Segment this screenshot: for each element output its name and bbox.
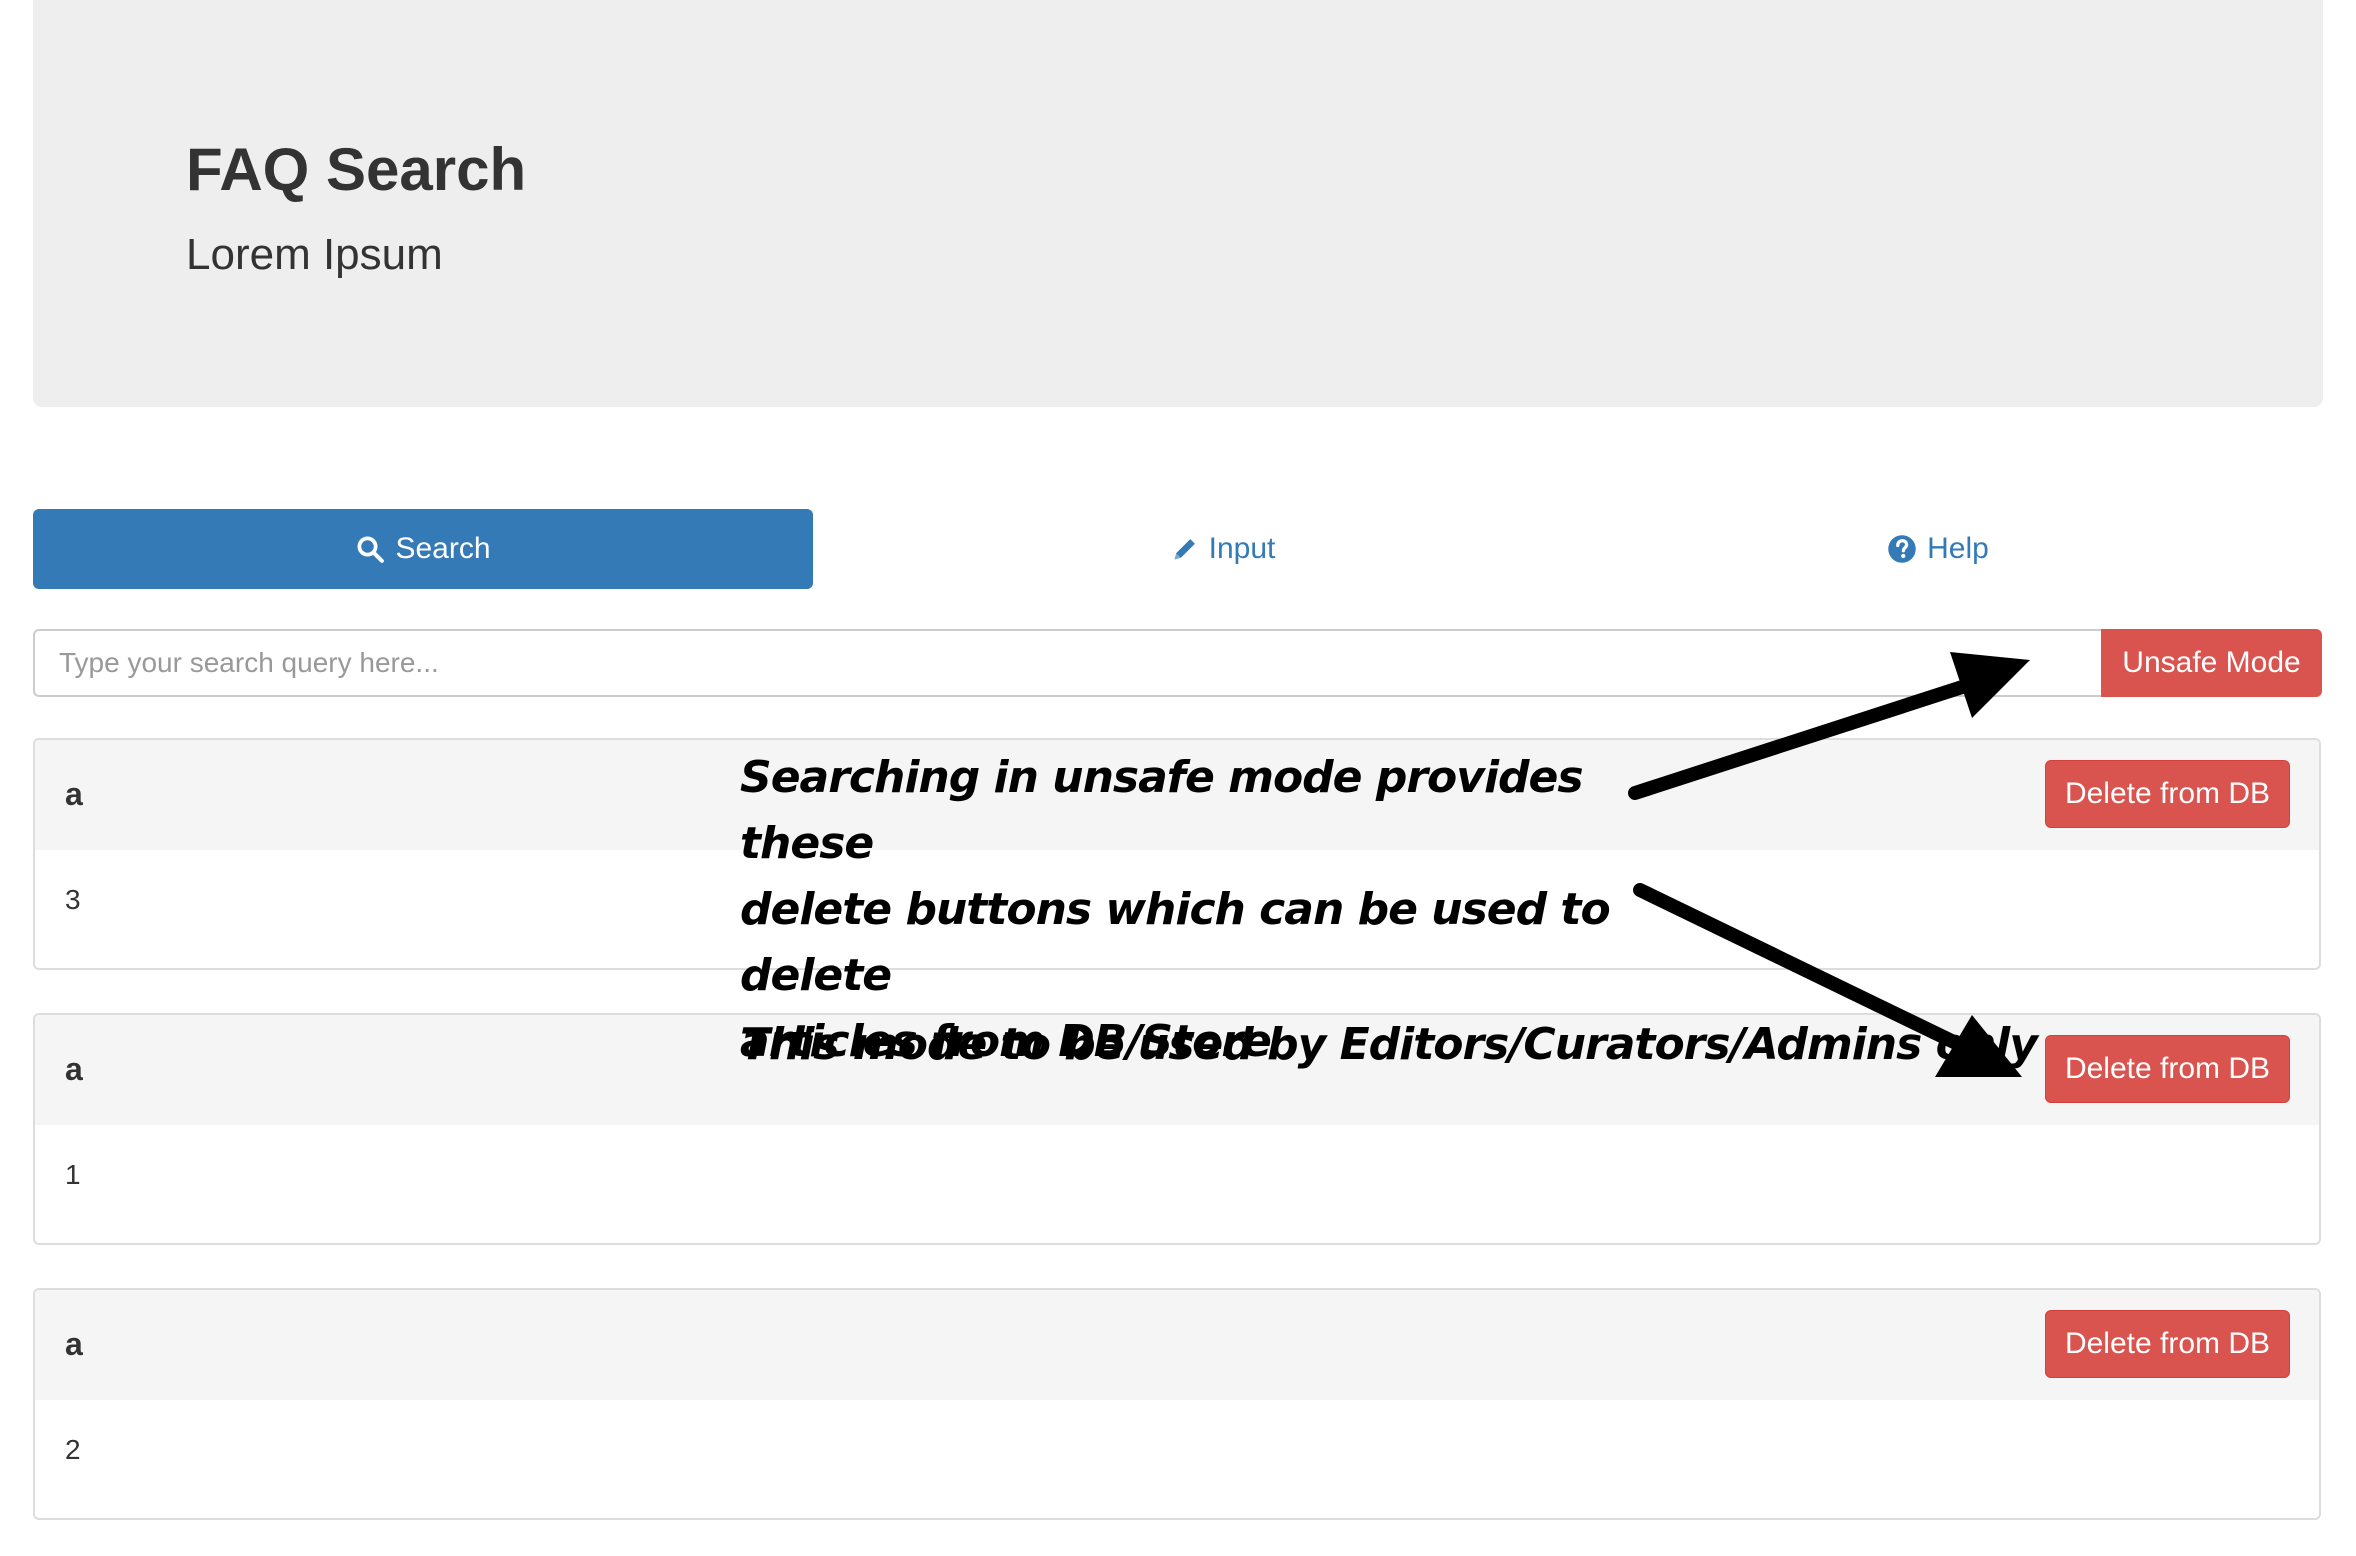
jumbotron-header: FAQ Search Lorem Ipsum — [33, 0, 2323, 407]
result-body: 3 — [65, 884, 81, 915]
tab-help-label: Help — [1927, 532, 1989, 565]
annotation-line: delete buttons which can be used to dele… — [740, 884, 1611, 1001]
pencil-icon — [1174, 539, 1195, 560]
result-title: a — [65, 1051, 83, 1087]
result-panel-heading: a Delete from DB — [35, 1290, 2319, 1400]
result-title: a — [65, 776, 83, 812]
tab-search[interactable]: Search — [33, 509, 813, 589]
annotation-line: Searching in unsafe mode provides these — [740, 752, 1584, 869]
search-input[interactable] — [33, 629, 2101, 697]
annotation-admins-note: This mode to be used by Editors/Curators… — [740, 1019, 2038, 1070]
question-circle-icon — [1888, 535, 1916, 563]
page-title: FAQ Search — [186, 136, 527, 203]
search-bar: Unsafe Mode — [33, 629, 2323, 697]
tab-input[interactable]: Input — [788, 509, 1658, 589]
result-body: 1 — [65, 1159, 81, 1190]
delete-from-db-button[interactable]: Delete from DB — [2045, 1310, 2290, 1378]
result-panel: a Delete from DB 2 — [33, 1288, 2321, 1520]
search-icon — [357, 536, 385, 563]
tab-help[interactable]: Help — [1553, 509, 2323, 589]
tab-search-label: Search — [395, 532, 491, 565]
result-title: a — [65, 1326, 83, 1362]
tab-input-label: Input — [1208, 532, 1276, 565]
nav-tabs: Search Input Help — [33, 509, 2323, 589]
page-subtitle: Lorem Ipsum — [186, 230, 443, 279]
result-body: 2 — [65, 1434, 81, 1465]
delete-from-db-button[interactable]: Delete from DB — [2045, 1035, 2290, 1103]
unsafe-mode-button[interactable]: Unsafe Mode — [2101, 629, 2322, 697]
delete-from-db-button[interactable]: Delete from DB — [2045, 760, 2290, 828]
